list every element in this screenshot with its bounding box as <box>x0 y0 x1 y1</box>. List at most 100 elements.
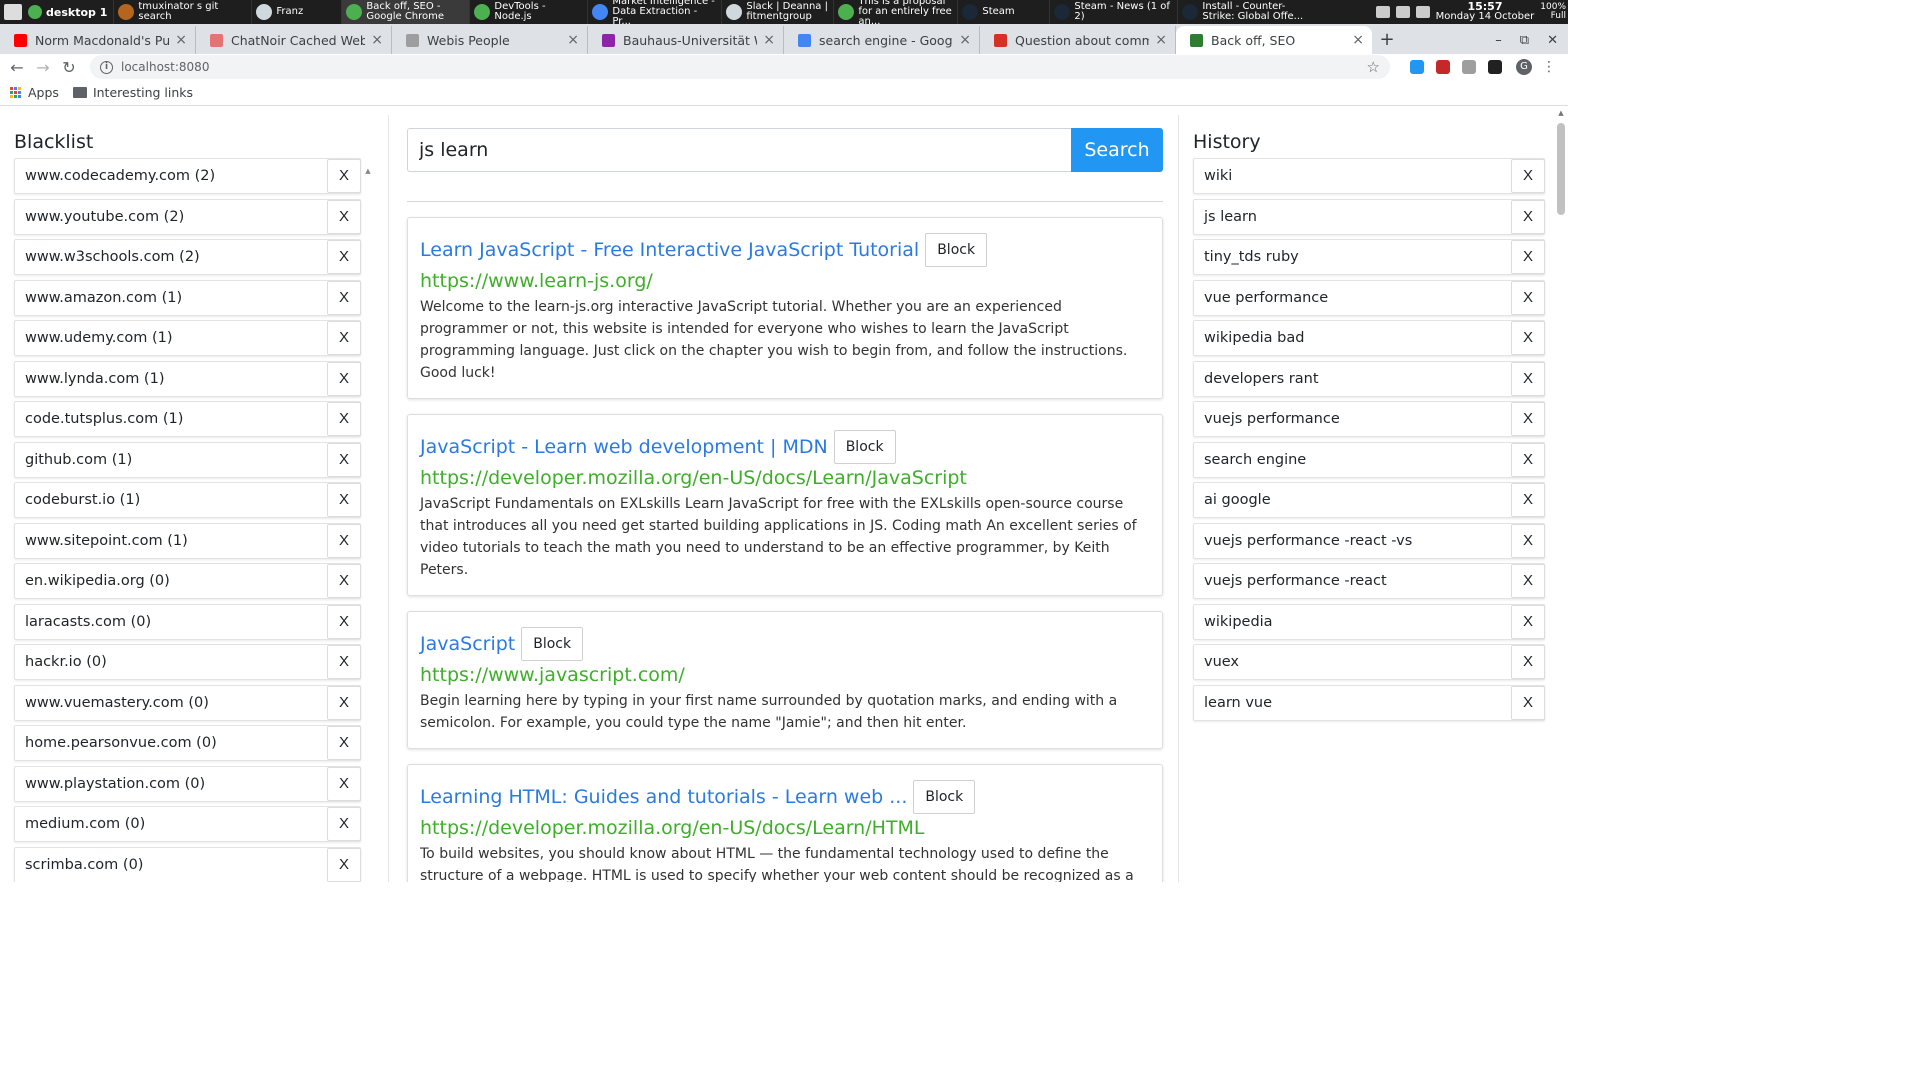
page-scrollbar[interactable]: ▲ <box>1556 109 1566 882</box>
bookmark-star-icon[interactable]: ☆ <box>1367 58 1380 76</box>
forward-button[interactable]: → <box>30 58 56 77</box>
taskbar-task[interactable]: Market Intelligence - Data Extraction - … <box>587 0 721 24</box>
remove-button[interactable]: X <box>1511 564 1545 598</box>
remove-button[interactable]: X <box>1511 604 1545 639</box>
remove-button[interactable]: X <box>1511 280 1545 315</box>
browser-tab[interactable]: Norm Macdonald's Punni × <box>0 26 196 54</box>
result-url[interactable]: https://developer.mozilla.org/en-US/docs… <box>420 817 1150 839</box>
remove-button[interactable]: X <box>327 523 361 558</box>
search-input[interactable] <box>407 128 1071 172</box>
taskbar-task[interactable]: Steam - News (1 of 2) <box>1049 0 1177 24</box>
taskbar-task[interactable]: Slack | Deanna | fitmentgroup <box>721 0 833 24</box>
browser-tab[interactable]: Question about common c × <box>980 26 1176 54</box>
blacklist-scrollbar[interactable]: ▲ <box>362 167 374 882</box>
remove-button[interactable]: X <box>1511 361 1545 396</box>
remove-button[interactable]: X <box>1511 199 1545 234</box>
result-title-link[interactable]: Learn JavaScript - Free Interactive Java… <box>420 239 919 261</box>
bookmark-folder-interesting-links[interactable]: Interesting links <box>72 85 193 100</box>
remove-button[interactable]: X <box>327 442 361 477</box>
tab-close-icon[interactable]: × <box>959 32 971 48</box>
tab-close-icon[interactable]: × <box>763 32 775 48</box>
launcher-icon[interactable] <box>4 4 22 20</box>
taskbar-task[interactable]: Steam <box>957 0 1049 24</box>
network-icon[interactable] <box>1375 6 1390 18</box>
result-url[interactable]: https://www.javascript.com/ <box>420 664 1150 686</box>
result-url[interactable]: https://www.learn-js.org/ <box>420 270 1150 292</box>
remove-button[interactable]: X <box>327 564 361 598</box>
close-window-button[interactable]: ✕ <box>1547 33 1558 48</box>
remove-button[interactable]: X <box>327 685 361 720</box>
remove-button[interactable]: X <box>1511 685 1545 720</box>
page-scroll-up-arrow-icon[interactable]: ▲ <box>1556 109 1566 117</box>
tab-close-icon[interactable]: × <box>1352 32 1364 48</box>
slack-tray-icon[interactable] <box>1395 6 1410 18</box>
search-button[interactable]: Search <box>1071 128 1163 172</box>
back-button[interactable]: ← <box>4 58 30 77</box>
restore-button[interactable]: ⧉ <box>1520 33 1529 48</box>
result-title-link[interactable]: JavaScript <box>420 633 515 655</box>
taskbar-task[interactable]: Back off, SEO - Google Chrome <box>341 0 470 24</box>
remove-button[interactable]: X <box>1511 442 1545 477</box>
extension-icon[interactable] <box>1488 60 1502 74</box>
browser-tab[interactable]: Bauhaus-Universität Wei × <box>588 26 784 54</box>
extension-icon[interactable] <box>1410 60 1424 74</box>
taskbar-task[interactable]: Franz <box>251 0 341 24</box>
taskbar-task[interactable]: This is a proposal for an entirely free … <box>833 0 957 24</box>
extension-icon[interactable] <box>1462 60 1476 74</box>
remove-button[interactable]: X <box>327 199 361 234</box>
result-title-link[interactable]: Learning HTML: Guides and tutorials - Le… <box>420 786 907 808</box>
new-tab-button[interactable]: + <box>1372 26 1402 54</box>
remove-button[interactable]: X <box>327 807 361 841</box>
battery-indicator[interactable]: 100% Full <box>1540 3 1566 21</box>
minimize-button[interactable]: – <box>1495 33 1502 48</box>
remove-button[interactable]: X <box>327 402 361 436</box>
tab-close-icon[interactable]: × <box>1155 32 1167 48</box>
profile-avatar[interactable]: G <box>1516 59 1532 75</box>
remove-button[interactable]: X <box>327 604 361 639</box>
remove-button[interactable]: X <box>1511 159 1545 193</box>
result-url[interactable]: https://developer.mozilla.org/en-US/docs… <box>420 467 1150 489</box>
address-bar[interactable]: i localhost:8080 ☆ <box>90 55 1390 79</box>
remove-button[interactable]: X <box>1511 483 1545 517</box>
taskbar-task[interactable]: DevTools - Node.js <box>469 0 587 24</box>
steam-tray-icon[interactable] <box>1415 6 1430 18</box>
remove-button[interactable]: X <box>327 321 361 355</box>
remove-button[interactable]: X <box>1511 321 1545 355</box>
block-button[interactable]: Block <box>833 430 896 464</box>
block-button[interactable]: Block <box>521 627 584 661</box>
browser-tab[interactable]: search engine - Google G × <box>784 26 980 54</box>
remove-button[interactable]: X <box>327 159 361 193</box>
browser-tab[interactable]: Back off, SEO × <box>1176 26 1372 54</box>
taskbar-task[interactable]: Install - Counter-Strike: Global Offe... <box>1177 0 1317 24</box>
tab-close-icon[interactable]: × <box>371 32 383 48</box>
bookmark-apps[interactable]: Apps <box>10 85 59 100</box>
browser-menu-icon[interactable]: ⋮ <box>1542 59 1556 75</box>
desktop-switcher[interactable]: desktop 1 <box>22 5 113 19</box>
remove-button[interactable]: X <box>327 726 361 760</box>
remove-button[interactable]: X <box>1511 523 1545 558</box>
browser-tab[interactable]: Webis People × <box>392 26 588 54</box>
remove-button[interactable]: X <box>327 483 361 517</box>
block-button[interactable]: Block <box>925 233 988 267</box>
reload-button[interactable]: ↻ <box>56 58 82 77</box>
remove-button[interactable]: X <box>327 645 361 679</box>
result-title-link[interactable]: JavaScript - Learn web development | MDN <box>420 436 828 458</box>
site-info-icon[interactable]: i <box>100 60 113 74</box>
remove-button[interactable]: X <box>327 361 361 396</box>
remove-button[interactable]: X <box>1511 402 1545 436</box>
scroll-up-arrow-icon[interactable]: ▲ <box>362 167 374 175</box>
remove-button[interactable]: X <box>327 847 361 882</box>
remove-button[interactable]: X <box>327 240 361 274</box>
clock[interactable]: 15:57 Monday 14 October <box>1436 1 1535 22</box>
extension-icon[interactable] <box>1436 60 1450 74</box>
browser-tab[interactable]: ChatNoir Cached Webpag × <box>196 26 392 54</box>
remove-button[interactable]: X <box>1511 645 1545 679</box>
tab-close-icon[interactable]: × <box>567 32 579 48</box>
remove-button[interactable]: X <box>1511 240 1545 274</box>
block-button[interactable]: Block <box>913 780 976 814</box>
page-scroll-thumb[interactable] <box>1557 123 1565 215</box>
taskbar-task[interactable]: tmuxinator s git search <box>113 0 251 24</box>
remove-button[interactable]: X <box>327 766 361 801</box>
remove-button[interactable]: X <box>327 280 361 315</box>
tab-close-icon[interactable]: × <box>175 32 187 48</box>
